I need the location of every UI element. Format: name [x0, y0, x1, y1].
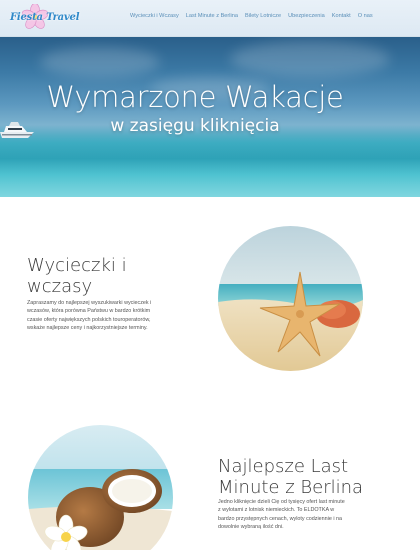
nav-item-o-nas[interactable]: O nas: [358, 13, 373, 19]
section-text-last-minute: Jedno kliknięcie dzieli Cię od tysięcy o…: [218, 498, 378, 532]
hero-title: Wymarzone Wakacje: [46, 80, 344, 114]
starfish-beach-image: [218, 226, 363, 371]
hero-sea: [0, 135, 420, 197]
hero-subtitle: w zasięgu kliknięcia: [110, 116, 280, 136]
section-text-line: Zapraszamy do najlepszej wyszukiwarki wy…: [27, 300, 152, 306]
coconut-beach-image: [28, 425, 173, 550]
section-title-line: Wycieczki i: [27, 255, 127, 276]
section-text-line: Jedno kliknięcie dzieli Cię od tysięcy o…: [218, 499, 345, 505]
site-header: Fiesta Travel Wycieczki i Wczasy Last Mi…: [0, 0, 420, 37]
main-nav: Wycieczki i Wczasy Last Minute z Berlina…: [130, 13, 373, 19]
section-text-line: z wylotami z lotnisk niemieckich. To ELD…: [218, 507, 335, 514]
section-text-line: bardzo przystępnych cenach, wyloty codzi…: [218, 515, 343, 522]
section-text-line: wskaże najlepsze ceny i najkorzystniejsz…: [27, 325, 148, 332]
section-title-line: wczasy: [27, 276, 93, 297]
section-title-line: Najlepsze Last: [218, 456, 349, 477]
hero-cloud: [40, 47, 160, 77]
nav-item-bilety-lotnicze[interactable]: Bilety Lotnicze: [245, 13, 281, 19]
section-title-last-minute: Najlepsze Last Minute z Berlina: [218, 456, 363, 498]
section-text-line: czasie oferty największych polskich tour…: [27, 316, 151, 323]
logo-text: Fiesta Travel: [10, 12, 80, 23]
nav-item-wycieczki-i-wczasy[interactable]: Wycieczki i Wczasy: [130, 13, 179, 19]
section-text-line: dowolnie wybraną ilość dni.: [218, 524, 284, 531]
section-text-line: wczasów, która porówna Państwu w bardzo …: [27, 308, 151, 315]
nav-item-last-minute-z-berlina[interactable]: Last Minute z Berlina: [186, 13, 238, 19]
hero-cloud: [230, 41, 390, 77]
section-title-wycieczki: Wycieczki i wczasy: [27, 255, 127, 297]
section-text-wycieczki: Zapraszamy do najlepszej wyszukiwarki wy…: [27, 299, 187, 333]
section-title-line: Minute z Berlina: [218, 477, 364, 498]
nav-item-kontakt[interactable]: Kontakt: [332, 13, 351, 19]
nav-item-ubezpieczenia[interactable]: Ubezpieczenia: [288, 13, 325, 19]
hero-banner: Wymarzone Wakacje w zasięgu kliknięcia: [0, 37, 420, 197]
site-logo[interactable]: Fiesta Travel: [10, 4, 80, 31]
